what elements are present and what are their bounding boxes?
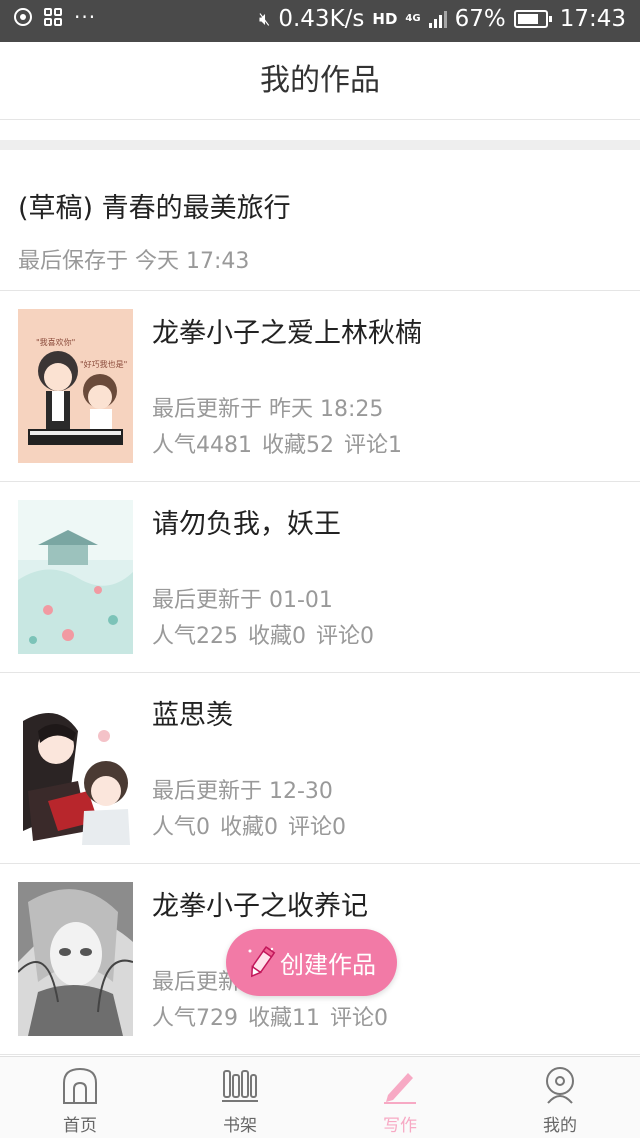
nav-bookshelf[interactable]: 书架 [160,1057,320,1138]
book-cover [18,691,133,845]
page-title: 我的作品 [260,63,380,98]
work-item[interactable]: 请勿负我，妖王 最后更新于 01-01 人气225 收藏0 评论0 [0,482,640,673]
pen-icon [384,1073,416,1104]
network-type: 4G [405,13,421,24]
popularity-count: 人气729 [152,1006,238,1031]
bottom-nav: 首页 书架 写作 我的 [0,1056,640,1138]
book-cover [18,882,133,1036]
work-updated: 最后更新于 12-30 [152,779,333,804]
work-updated: 最后更新于 昨天 18:25 [152,397,384,422]
bookshelf-icon [222,1070,258,1102]
draft-saved-time: 最后保存于 今天 17:43 [18,249,250,274]
draft-item[interactable]: (草稿) 青春的最美旅行 最后保存于 今天 17:43 [0,150,640,291]
clock: 17:43 [559,6,626,32]
status-left: ··· [14,5,97,29]
profile-icon [546,1067,574,1104]
work-stats: 人气729 收藏11 评论0 [152,1000,388,1032]
popularity-count: 人气0 [152,815,210,840]
signal-icon [428,10,447,28]
mute-icon: 🔇︎ [259,8,271,30]
work-updated: 最后更新于 01-01 [152,588,333,613]
favorites-count: 收藏0 [248,624,306,649]
nav-home-label: 首页 [63,1116,97,1136]
nav-profile-label: 我的 [543,1116,577,1136]
title-bar: 我的作品 [0,42,640,120]
svg-text:"好巧我也是": "好巧我也是" [80,359,127,369]
work-title: 请勿负我，妖王 [152,509,341,540]
nav-home[interactable]: 首页 [0,1057,160,1138]
comments-count: 评论0 [316,624,374,649]
create-work-label: 创建作品 [280,951,376,979]
favorites-count: 收藏0 [220,815,278,840]
comments-count: 评论0 [288,815,346,840]
more-notifications-icon: ··· [74,5,97,29]
nav-profile[interactable]: 我的 [480,1057,640,1138]
favorites-count: 收藏52 [262,433,334,458]
popularity-count: 人气4481 [152,433,252,458]
book-cover: "我喜欢你" "好巧我也是" [18,309,133,463]
create-work-button[interactable]: 创建作品 [226,929,397,996]
work-item[interactable]: "我喜欢你" "好巧我也是" 龙拳小子之爱上林秋楠 最后更新于 昨天 18:25… [0,291,640,482]
work-item[interactable]: 蓝思羡 最后更新于 12-30 人气0 收藏0 评论0 [0,673,640,864]
section-divider [0,140,640,150]
record-icon [14,8,32,26]
battery-percent: 67% [454,6,506,32]
hd-indicator: HD [372,10,398,28]
book-cover [18,500,133,654]
draft-title: (草稿) 青春的最美旅行 [18,193,291,224]
work-stats: 人气4481 收藏52 评论1 [152,427,402,459]
svg-text:"我喜欢你": "我喜欢你" [36,337,75,347]
pencil-icon [248,945,276,977]
nav-write-label: 写作 [383,1116,417,1136]
nav-bookshelf-label: 书架 [223,1116,257,1136]
network-speed: 0.43K/s [278,6,365,32]
battery-icon [513,10,552,28]
work-stats: 人气0 收藏0 评论0 [152,809,346,841]
comments-count: 评论0 [330,1006,388,1031]
work-title: 龙拳小子之收养记 [152,891,368,922]
favorites-count: 收藏11 [248,1006,320,1031]
status-right: 🔇︎ 0.43K/s HD 4G 67% 17:43 [259,6,626,32]
comments-count: 评论1 [344,433,402,458]
work-title: 蓝思羡 [152,700,233,731]
work-stats: 人气225 收藏0 评论0 [152,618,374,650]
status-bar: ··· 🔇︎ 0.43K/s HD 4G 67% 17:43 [0,0,640,42]
nav-write[interactable]: 写作 [320,1057,480,1138]
apps-icon [44,8,62,26]
popularity-count: 人气225 [152,624,238,649]
home-icon [63,1067,97,1104]
work-title: 龙拳小子之爱上林秋楠 [152,318,422,349]
